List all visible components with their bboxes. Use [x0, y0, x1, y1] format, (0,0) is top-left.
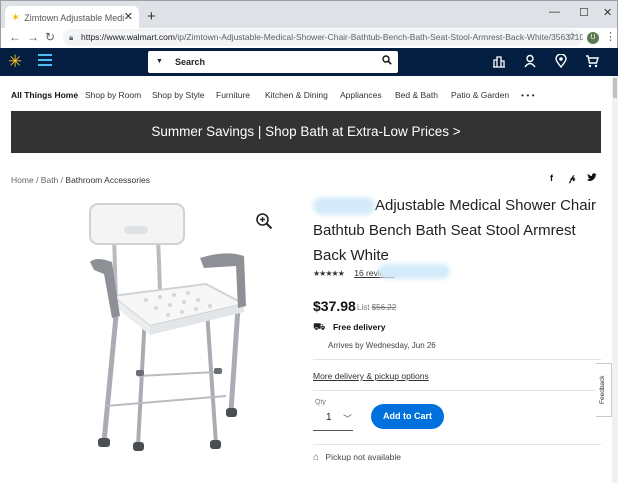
reload-icon[interactable]: ↻ [45, 30, 55, 44]
walmart-favicon-icon: ✶ [11, 12, 21, 24]
promo-banner[interactable]: Summer Savings | Shop Bath at Extra-Low … [11, 111, 601, 153]
account-icon[interactable] [523, 54, 537, 71]
shipping-row: ⛟ Free delivery [313, 322, 385, 335]
nav-shop-by-style[interactable]: Shop by Style [152, 90, 204, 100]
redacted-brand [313, 197, 375, 216]
back-icon[interactable]: ← [9, 30, 21, 44]
divider [313, 390, 601, 391]
twitter-icon[interactable] [587, 173, 597, 184]
arrival-date: Arrives by Wednesday, Jun 26 [328, 341, 436, 350]
nav-patio-garden[interactable]: Patio & Garden [451, 90, 509, 100]
browser-toolbar: ← → ↻ 🔒︎ https://www.walmart.com/ip/Zimt… [0, 28, 618, 48]
browser-tabstrip: ✶ Zimtown Adjustable Medical Sh ✕ + — ☐ … [0, 0, 618, 29]
category-nav: All Things Home | Shop by Room Shop by S… [0, 86, 618, 106]
browser-tab[interactable]: ✶ Zimtown Adjustable Medical Sh ✕ [5, 6, 139, 29]
quantity-select[interactable]: 1 ﹀ [313, 407, 353, 431]
page-scrollbar[interactable] [612, 76, 618, 483]
new-tab-button[interactable]: + [147, 8, 156, 25]
url-path: /ip/Zimtown-Adjustable-Medical-Shower-Ch… [175, 32, 583, 42]
browser-menu-icon[interactable]: ⋮ [605, 30, 616, 43]
location-pin-icon[interactable] [555, 53, 567, 71]
chevron-down-icon: ﹀ [343, 414, 353, 424]
department-dropdown-icon[interactable]: ▼ [156, 51, 163, 73]
window-close-icon[interactable]: ✕ [603, 6, 612, 19]
more-delivery-options-link[interactable]: More delivery & pickup options [313, 371, 429, 381]
address-bar[interactable]: 🔒︎ https://www.walmart.com/ip/Zimtown-Ad… [63, 29, 583, 46]
free-delivery: Free delivery [332, 322, 386, 332]
list-price-label: List [357, 303, 370, 312]
registry-icon[interactable] [492, 54, 506, 71]
walmart-spark-logo-icon[interactable]: ✳ [8, 53, 22, 71]
store-icon: ⌂ [313, 452, 320, 463]
cart-icon[interactable] [585, 54, 599, 71]
list-price-value: $56.22 [371, 303, 397, 312]
zoom-in-icon[interactable] [255, 212, 273, 230]
nav-appliances[interactable]: Appliances [340, 90, 382, 100]
nav-bed-bath[interactable]: Bed & Bath [395, 90, 438, 100]
pickup-text: Pickup not available [325, 452, 402, 462]
close-tab-icon[interactable]: ✕ [124, 10, 133, 23]
site-header: ✳ ▼ Search [0, 48, 618, 76]
product-title: Adjustable Medical Shower Chair Bathtub … [313, 193, 598, 268]
url-host: https://www.walmart.com [81, 32, 175, 42]
nav-kitchen-dining[interactable]: Kitchen & Dining [265, 90, 328, 100]
scrollbar-thumb[interactable] [613, 78, 617, 98]
product-image[interactable] [76, 196, 276, 458]
nav-all-things-home[interactable]: All Things Home [11, 90, 78, 100]
pickup-status: ⌂ Pickup not available [313, 452, 401, 463]
search-icon[interactable] [382, 51, 392, 73]
search-bar[interactable]: ▼ Search [148, 51, 398, 73]
truck-icon: ⛟ [313, 322, 326, 333]
menu-hamburger-icon[interactable] [38, 54, 52, 66]
nav-separator: | [75, 90, 78, 100]
lock-icon: 🔒︎ [69, 33, 74, 42]
feedback-tab[interactable]: Feedback [596, 363, 612, 417]
add-to-cart-button[interactable]: Add to Cart [371, 404, 444, 429]
bookmark-star-icon[interactable]: ☆ [567, 30, 577, 43]
product-price: $37.98 [313, 298, 356, 314]
divider [313, 359, 601, 360]
nav-more-icon[interactable]: • • • [521, 90, 535, 100]
quantity-value: 1 [326, 412, 332, 423]
nav-furniture[interactable]: Furniture [216, 90, 250, 100]
nav-shop-by-room[interactable]: Shop by Room [85, 90, 141, 100]
breadcrumb: Home / Bath / Bathroom Accessories [11, 175, 150, 185]
pinterest-icon[interactable]: 𝓅 [569, 173, 575, 184]
minimize-icon[interactable]: — [549, 6, 560, 18]
list-price: List $56.22 [357, 303, 396, 312]
search-input[interactable]: Search [175, 51, 205, 73]
divider [313, 444, 601, 445]
profile-avatar[interactable]: U [587, 32, 599, 44]
breadcrumb-home[interactable]: Home [11, 175, 34, 185]
tab-title: Zimtown Adjustable Medical Sh [24, 12, 124, 23]
redacted-text [378, 264, 450, 279]
maximize-icon[interactable]: ☐ [579, 6, 589, 19]
rating-stars-icon: ★★★★★ [313, 269, 345, 278]
facebook-icon[interactable]: f [550, 173, 553, 183]
forward-icon[interactable]: → [27, 30, 39, 44]
breadcrumb-current[interactable]: Bathroom Accessories [65, 175, 150, 185]
breadcrumb-bath[interactable]: Bath [41, 175, 59, 185]
quantity-label: Qty [315, 399, 326, 406]
